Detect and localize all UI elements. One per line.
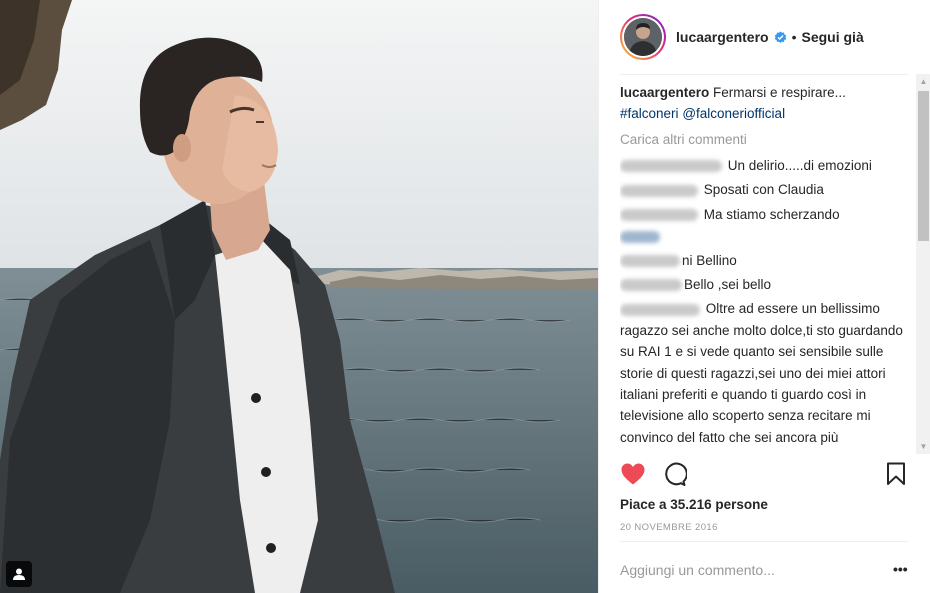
post-header: lucaargentero • Segui già: [620, 12, 908, 62]
blurred-username[interactable]: [620, 303, 700, 316]
verified-badge-icon: [774, 30, 787, 44]
blurred-username[interactable]: [620, 184, 698, 197]
blurred-username[interactable]: [620, 160, 722, 173]
comment-text: Oltre ad essere un bellissimo ragazzo se…: [620, 301, 909, 452]
blurred-username[interactable]: [620, 279, 682, 292]
follow-status-button[interactable]: Segui già: [802, 29, 864, 45]
comments-scrollbar[interactable]: ▲ ▼: [916, 74, 930, 454]
comment-item: Ma stiamo scherzando: [620, 204, 915, 247]
comment-text: Un delirio.....di emozioni: [727, 158, 872, 173]
hashtag-link[interactable]: #falconeri: [620, 106, 679, 121]
post-photo[interactable]: [0, 0, 598, 593]
comment-text: ni Bellino: [682, 252, 737, 268]
likes-count[interactable]: Piace a 35.216 persone: [620, 497, 768, 512]
blurred-username[interactable]: [620, 209, 698, 222]
more-options-button[interactable]: •••: [893, 561, 908, 577]
header-username[interactable]: lucaargentero: [676, 29, 769, 45]
caption-username[interactable]: lucaargentero: [620, 85, 709, 100]
blurred-mention[interactable]: [620, 230, 660, 243]
comment-item: Oltre ad essere un bellissimo ragazzo se…: [620, 298, 915, 452]
blurred-username[interactable]: [620, 255, 680, 268]
separator-dot: •: [791, 29, 797, 45]
comment-item: Sposati con Claudia: [620, 179, 915, 200]
mention-link[interactable]: @falconeriofficial: [682, 106, 785, 121]
caption-text: Fermarsi e respirare...: [713, 85, 846, 100]
comment-text: Ma stiamo scherzando: [703, 206, 840, 222]
user-tag-icon[interactable]: [6, 561, 32, 587]
comment-item: Bello ,sei bello: [620, 274, 915, 295]
post-date[interactable]: 20 NOVEMBRE 2016: [620, 522, 718, 533]
comment-icon[interactable]: [663, 462, 688, 489]
comment-text: Bello ,sei bello: [684, 277, 772, 293]
bookmark-icon[interactable]: [886, 462, 906, 489]
scrollbar-thumb[interactable]: [918, 91, 929, 241]
heart-filled-icon[interactable]: [620, 462, 646, 489]
action-bar: [620, 460, 908, 490]
footer-divider: [620, 541, 908, 542]
header-divider: [620, 74, 908, 75]
scroll-up-arrow-icon[interactable]: ▲: [916, 74, 930, 89]
scroll-down-arrow-icon[interactable]: ▼: [916, 439, 930, 454]
comment-item: Un delirio.....di emozioni: [620, 155, 915, 176]
post-image: [0, 0, 598, 593]
comment-item: ni Bellino: [620, 250, 915, 271]
add-comment-input[interactable]: Aggiungi un commento...: [620, 562, 775, 578]
comment-text: Sposati con Claudia: [703, 182, 824, 198]
caption: lucaargentero Fermarsi e respirare... #f…: [620, 82, 915, 124]
avatar[interactable]: [620, 14, 666, 60]
load-more-comments-link[interactable]: Carica altri commenti: [620, 128, 915, 152]
comments-list[interactable]: lucaargentero Fermarsi e respirare... #f…: [620, 82, 915, 452]
